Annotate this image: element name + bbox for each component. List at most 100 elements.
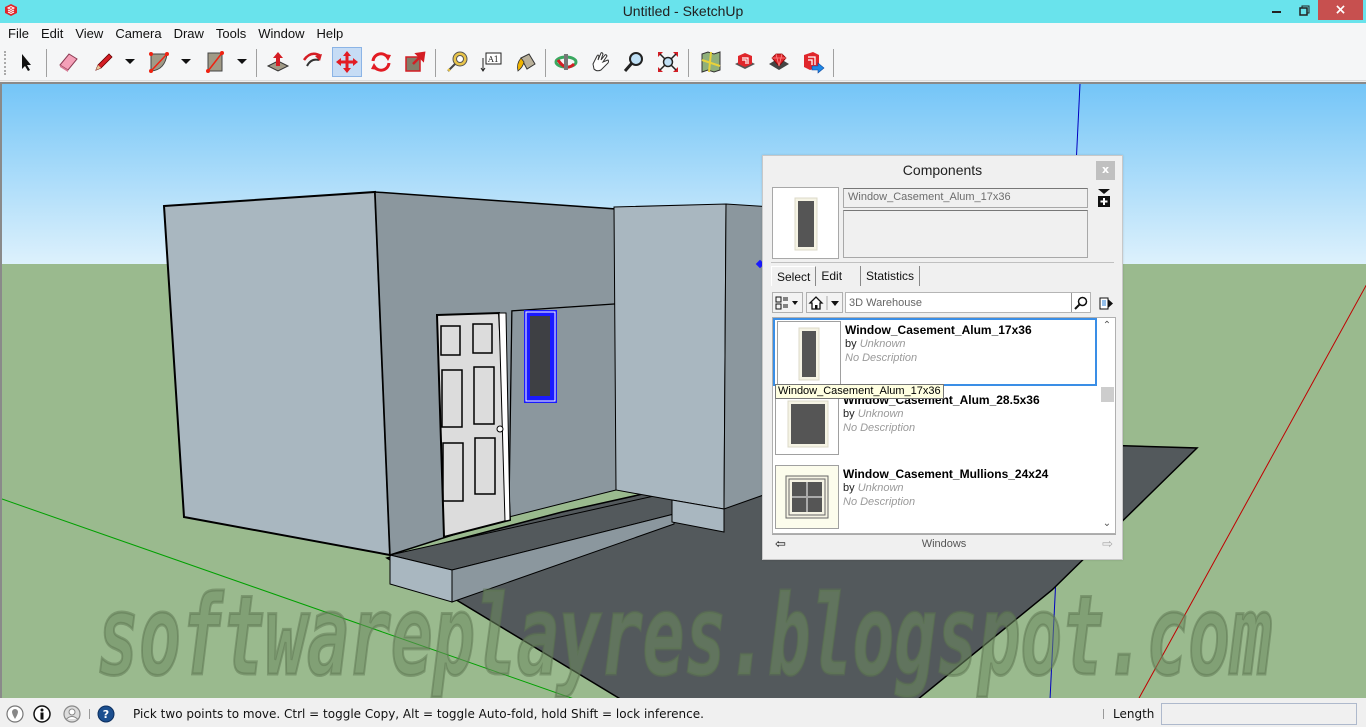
hand-icon — [592, 52, 609, 72]
search-button[interactable] — [1071, 293, 1090, 312]
component-list-item[interactable]: Window_Casement_Alum_28.5x36 by Unknown … — [773, 390, 1097, 458]
component-name-field[interactable]: Window_Casement_Alum_17x36 — [843, 188, 1088, 208]
close-button[interactable]: × — [1318, 0, 1363, 20]
menu-help[interactable]: Help — [311, 26, 350, 41]
extension-warehouse-tool-button[interactable] — [764, 47, 794, 77]
restore-button[interactable] — [1291, 0, 1317, 20]
scale-tool-button[interactable] — [400, 47, 430, 77]
component-description-field[interactable] — [843, 210, 1088, 258]
view-options-button[interactable] — [772, 292, 803, 313]
3d-warehouse-tool-button[interactable] — [730, 47, 760, 77]
share-model-tool-button[interactable] — [798, 47, 828, 77]
tape-measure-tool-button[interactable] — [442, 47, 472, 77]
line-tool-button[interactable] — [88, 47, 118, 77]
list-scrollbar[interactable]: ⌃ ⌄ — [1099, 318, 1115, 533]
house-pillar — [613, 203, 727, 510]
ruby-icon — [769, 53, 789, 70]
panel-tabs: Select Edit Statistics — [771, 266, 921, 288]
toolbar-separator — [256, 49, 257, 77]
details-button[interactable] — [1097, 188, 1111, 208]
tab-statistics[interactable]: Statistics — [861, 266, 921, 286]
orbit-tool-button[interactable] — [551, 47, 581, 77]
3d-viewport[interactable]: softwareplayres.blogspot.com — [0, 82, 1366, 698]
pencil-icon — [95, 53, 113, 71]
scroll-down-icon[interactable]: ⌄ — [1101, 518, 1113, 530]
selected-window-component — [524, 310, 557, 403]
push-pull-tool-button[interactable] — [263, 47, 293, 77]
menu-edit[interactable]: Edit — [35, 26, 69, 41]
share-model-icon — [804, 52, 825, 74]
components-panel: Components x Window_Casement_Alum_17x36 … — [762, 155, 1123, 560]
minimize-icon — [1272, 11, 1281, 13]
rectangle-tool-button[interactable] — [200, 47, 230, 77]
pan-tool-button[interactable] — [585, 47, 615, 77]
line-tool-dropdown[interactable] — [125, 59, 135, 64]
paint-bucket-icon — [517, 53, 536, 72]
eraser-icon — [59, 53, 78, 72]
details-menu-icon — [1099, 297, 1113, 309]
window-thumbnail-icon — [794, 197, 818, 251]
model-scene: softwareplayres.blogspot.com — [2, 84, 1366, 698]
menu-view[interactable]: View — [69, 26, 109, 41]
menu-file[interactable]: File — [2, 26, 35, 41]
scroll-thumb[interactable] — [1101, 387, 1114, 402]
geo-location-icon[interactable] — [6, 705, 24, 723]
select-tool-button[interactable] — [11, 47, 41, 77]
menu-draw[interactable]: Draw — [168, 26, 210, 41]
scroll-up-icon[interactable]: ⌃ — [1101, 320, 1113, 332]
search-input[interactable] — [845, 292, 1091, 313]
navigation-button[interactable] — [806, 292, 843, 313]
toolbar-grip[interactable] — [4, 51, 6, 75]
component-author: by Unknown — [843, 482, 904, 494]
status-message: Pick two points to move. Ctrl = toggle C… — [133, 707, 704, 721]
credits-info-icon[interactable] — [33, 705, 51, 723]
window-thumbnail-icon — [798, 327, 820, 381]
help-icon[interactable]: ? — [97, 705, 115, 723]
text-tool-button[interactable]: A1 — [476, 47, 506, 77]
push-pull-icon — [266, 52, 290, 72]
move-icon — [336, 51, 358, 73]
component-list-item[interactable]: Window_Casement_Mullions_24x24 by Unknow… — [773, 464, 1097, 532]
window-mullions-thumbnail-icon — [785, 475, 829, 519]
scale-icon — [405, 51, 426, 72]
offset-tool-button[interactable] — [298, 47, 328, 77]
toolbar-separator — [545, 49, 546, 77]
move-tool-button[interactable] — [332, 47, 362, 77]
arc-tool-button[interactable] — [144, 47, 174, 77]
arc-tool-dropdown[interactable] — [181, 59, 191, 64]
minimize-button[interactable] — [1264, 0, 1290, 20]
paint-bucket-tool-button[interactable] — [510, 47, 540, 77]
tab-edit[interactable]: Edit — [816, 266, 862, 286]
menu-window[interactable]: Window — [252, 26, 310, 41]
user-account-icon[interactable] — [63, 705, 81, 723]
component-list: Window_Casement_Alum_17x36 by Unknown No… — [772, 317, 1116, 534]
details-arrow-icon — [1098, 189, 1110, 207]
rectangle-tool-dropdown[interactable] — [237, 59, 247, 64]
rotate-tool-button[interactable] — [366, 47, 396, 77]
add-location-tool-button[interactable] — [696, 47, 726, 77]
tooltip: Window_Casement_Alum_17x36 — [775, 384, 944, 399]
component-name: Window_Casement_Alum_17x36 — [845, 323, 1032, 337]
svg-text:?: ? — [103, 708, 109, 721]
component-list-item[interactable]: Window_Casement_Alum_17x36 by Unknown No… — [773, 318, 1097, 386]
menu-tools[interactable]: Tools — [210, 26, 252, 41]
tab-select[interactable]: Select — [771, 266, 817, 286]
component-description: No Description — [843, 422, 916, 434]
component-preview — [772, 187, 839, 259]
panel-menu-button[interactable] — [1096, 292, 1116, 313]
panel-close-button[interactable]: x — [1096, 161, 1115, 180]
text-icon: A1 — [480, 52, 502, 72]
forward-arrow-icon[interactable]: ⇨ — [1102, 537, 1113, 552]
list-view-icon — [775, 296, 798, 309]
search-icon — [1074, 296, 1088, 310]
component-description: No Description — [843, 496, 916, 508]
menu-bar: File Edit View Camera Draw Tools Window … — [0, 23, 1366, 43]
zoom-extents-tool-button[interactable] — [653, 47, 683, 77]
status-separator — [89, 709, 90, 719]
component-author: by Unknown — [845, 338, 906, 350]
zoom-tool-button[interactable] — [619, 47, 649, 77]
measurements-input[interactable] — [1161, 703, 1357, 725]
menu-camera[interactable]: Camera — [109, 26, 167, 41]
window-thumbnail-icon — [787, 400, 829, 448]
eraser-tool-button[interactable] — [53, 47, 83, 77]
